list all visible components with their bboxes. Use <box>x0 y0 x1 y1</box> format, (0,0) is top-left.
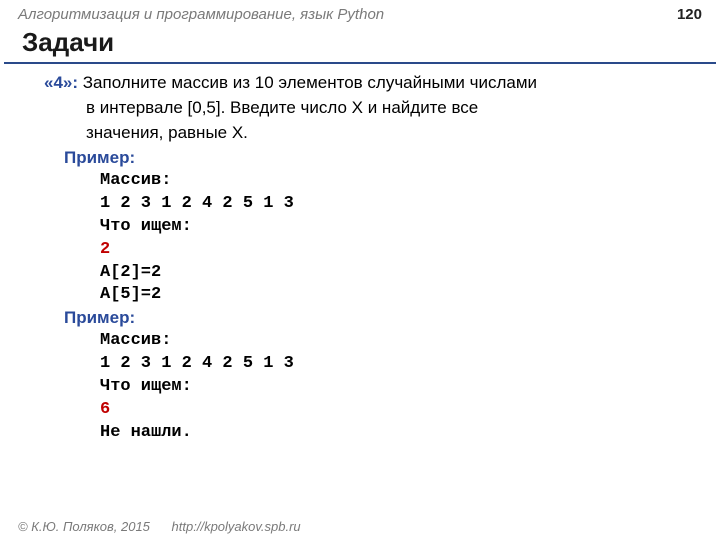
copyright: © К.Ю. Поляков, 2015 <box>18 519 150 534</box>
example2-label: Пример: <box>20 307 700 330</box>
ex1-line1: Массив: <box>20 170 700 193</box>
course-title: Алгоритмизация и программирование, язык … <box>18 6 384 23</box>
example1-label: Пример: <box>20 147 700 170</box>
task-text-2: в интервале [0,5]. Введите число X и най… <box>20 97 700 120</box>
page-number: 120 <box>677 6 702 23</box>
ex1-line6: A[5]=2 <box>20 284 700 307</box>
section-title: Задачи <box>4 25 716 64</box>
slide-content: «4»: Заполните массив из 10 элементов сл… <box>0 72 720 445</box>
task-marker: «4»: <box>44 73 78 92</box>
ex1-line4: 2 <box>20 239 700 262</box>
footer: © К.Ю. Поляков, 2015 http://kpolyakov.sp… <box>18 519 301 534</box>
ex1-line5: A[2]=2 <box>20 262 700 285</box>
ex1-line3: Что ищем: <box>20 216 700 239</box>
ex2-line1: Массив: <box>20 330 700 353</box>
task-text-1: Заполните массив из 10 элементов случайн… <box>83 73 537 92</box>
ex2-line5: Не нашли. <box>20 422 700 445</box>
slide-header: Алгоритмизация и программирование, язык … <box>0 0 720 25</box>
ex2-line4: 6 <box>20 399 700 422</box>
ex2-line2: 1 2 3 1 2 4 2 5 1 3 <box>20 353 700 376</box>
footer-link: http://kpolyakov.spb.ru <box>172 519 301 534</box>
task-text-3: значения, равные X. <box>20 122 700 145</box>
task-line-1: «4»: Заполните массив из 10 элементов сл… <box>20 72 700 95</box>
ex1-line2: 1 2 3 1 2 4 2 5 1 3 <box>20 193 700 216</box>
ex2-line3: Что ищем: <box>20 376 700 399</box>
